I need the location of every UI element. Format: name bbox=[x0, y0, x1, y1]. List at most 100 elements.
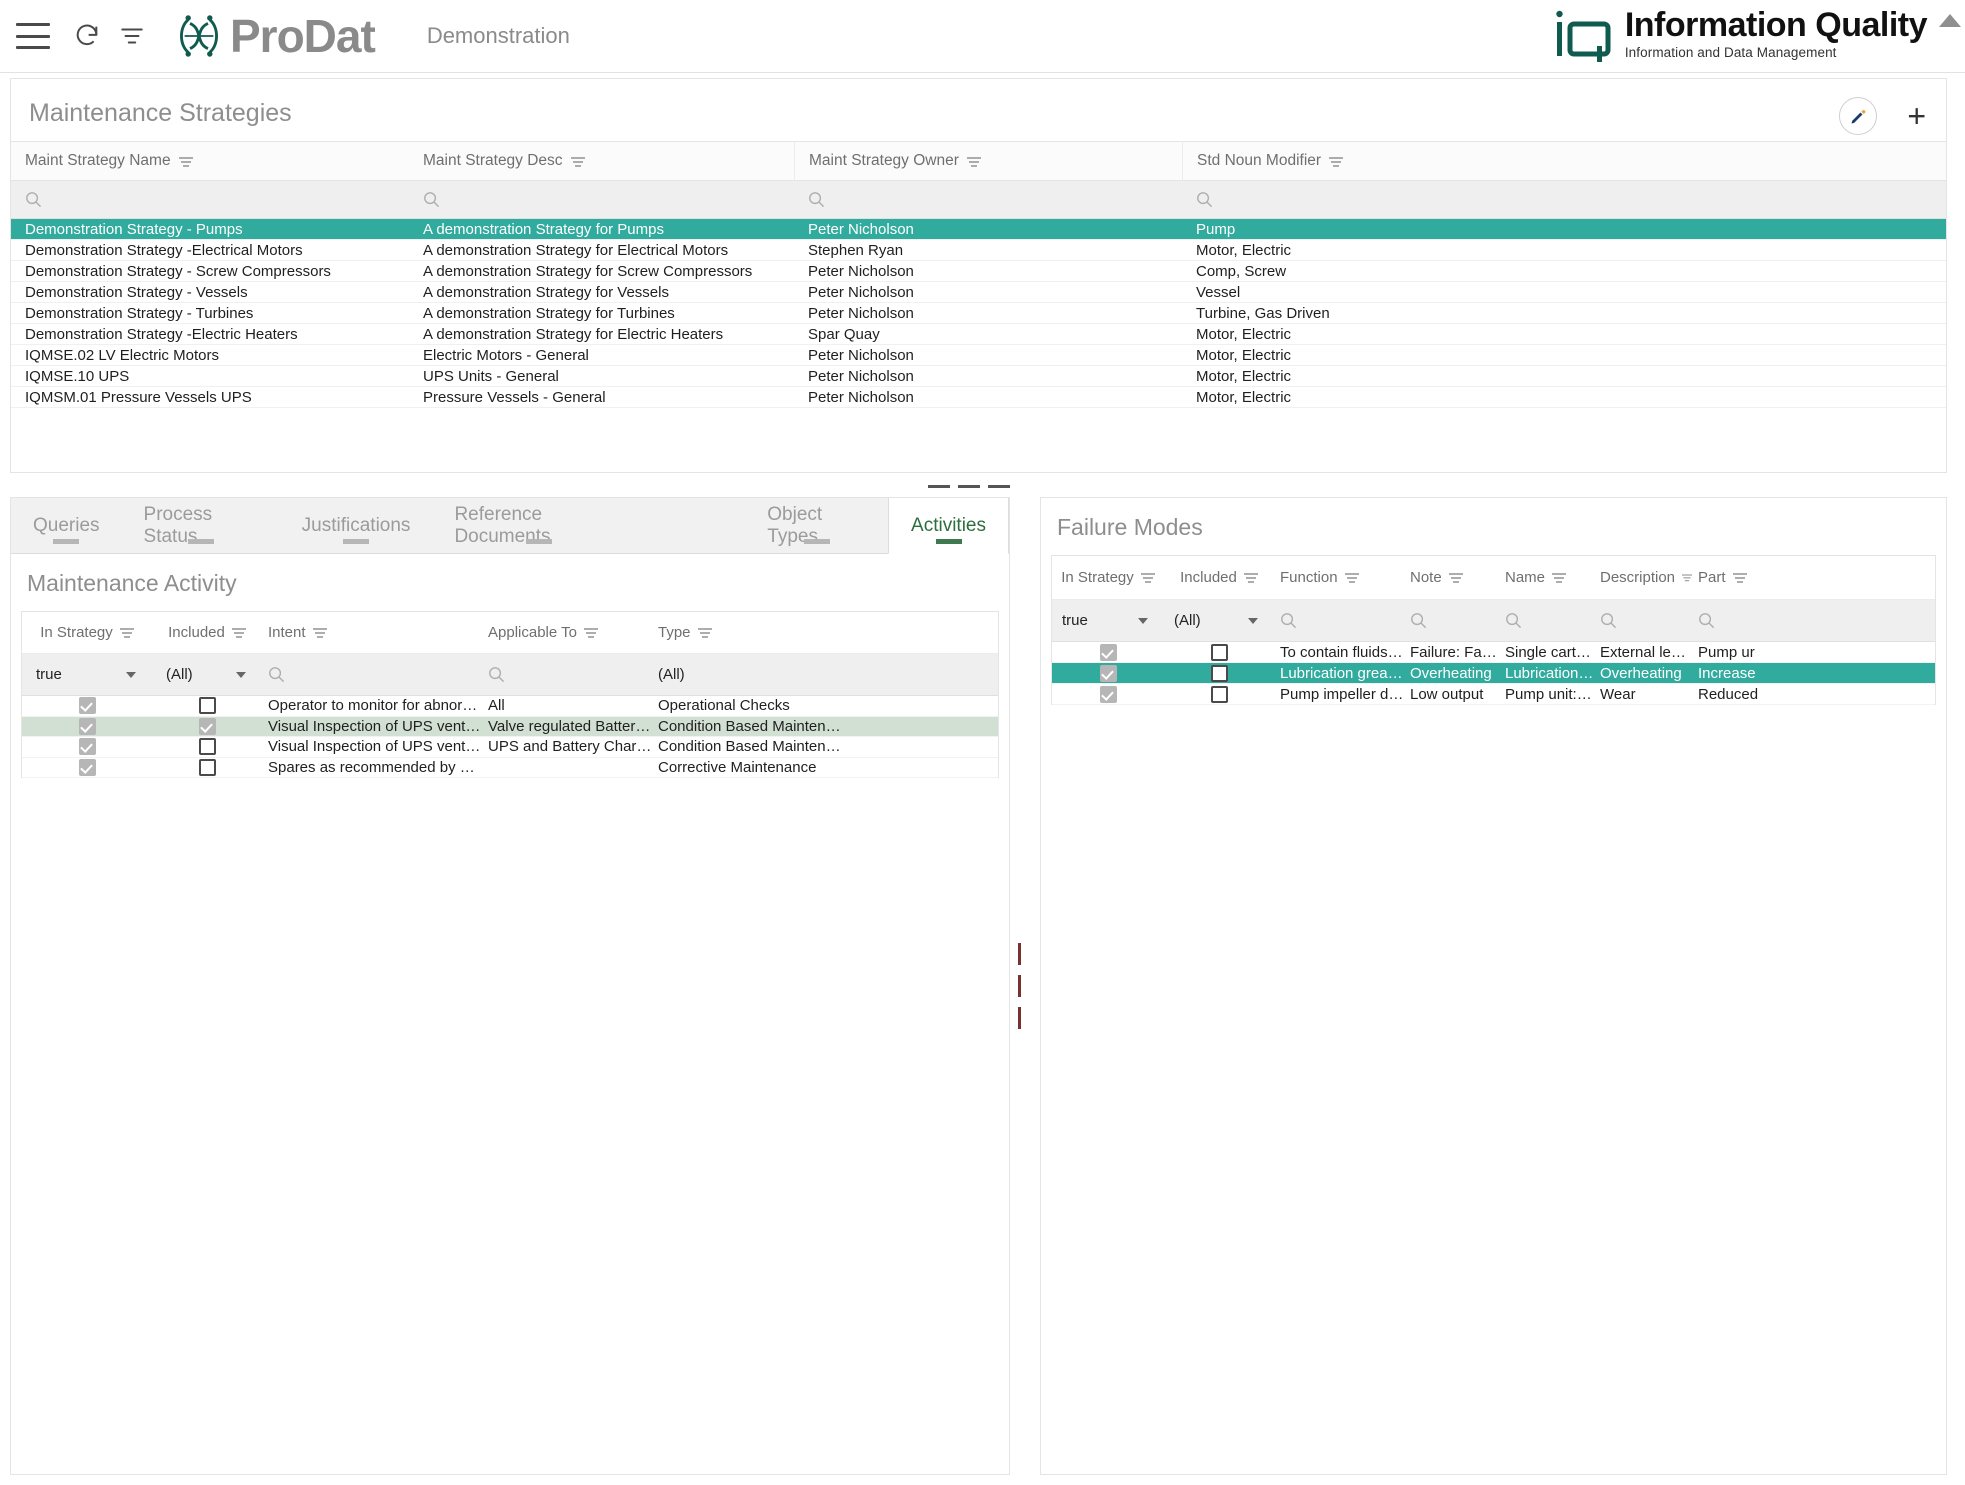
table-row[interactable]: Spares as recommended by OEM … Corrective… bbox=[22, 758, 998, 778]
table-row[interactable]: IQMSE.02 LV Electric Motors Electric Moto… bbox=[11, 345, 1946, 366]
checkbox-checked[interactable] bbox=[78, 758, 96, 776]
tab-process-status[interactable]: Process Status bbox=[121, 498, 280, 553]
search-icon[interactable] bbox=[25, 191, 42, 208]
column-header-function[interactable]: Function bbox=[1274, 556, 1404, 600]
table-row[interactable]: IQMSE.10 UPS UPS Units - General Peter Nic… bbox=[11, 366, 1946, 387]
column-header-included[interactable]: Included bbox=[1164, 556, 1274, 600]
table-row[interactable]: Pump impeller da… Low output Pump unit: I…… bbox=[1052, 684, 1935, 705]
search-icon[interactable] bbox=[1196, 191, 1213, 208]
column-filter-icon[interactable] bbox=[1732, 572, 1747, 583]
tab-activities[interactable]: Activities bbox=[888, 498, 1009, 554]
column-filter-icon[interactable] bbox=[966, 156, 981, 167]
column-header-included[interactable]: Included bbox=[152, 612, 262, 654]
table-row[interactable]: Visual Inspection of UPS ventilation UPS … bbox=[22, 737, 998, 758]
column-header-in-strategy[interactable]: In Strategy bbox=[1052, 556, 1164, 600]
checkbox-checked[interactable] bbox=[78, 697, 96, 715]
cell-in-strategy[interactable] bbox=[1052, 643, 1164, 661]
chevron-down-icon[interactable] bbox=[236, 671, 246, 678]
horizontal-splitter-handle[interactable] bbox=[0, 478, 1937, 494]
column-filter-icon[interactable] bbox=[583, 627, 598, 638]
cell-included[interactable] bbox=[1164, 664, 1274, 682]
refresh-icon[interactable] bbox=[72, 21, 102, 51]
filter-applicable-to-search[interactable] bbox=[482, 654, 652, 696]
column-header-std-noun-modifier[interactable]: Std Noun Modifier bbox=[1182, 141, 1942, 181]
column-filter-icon[interactable] bbox=[231, 627, 246, 638]
search-icon[interactable] bbox=[488, 666, 505, 683]
filter-note-search[interactable] bbox=[1404, 600, 1499, 642]
filter-type-select[interactable]: (All) bbox=[652, 654, 842, 696]
column-filter-icon[interactable] bbox=[1552, 572, 1567, 583]
cell-in-strategy[interactable] bbox=[22, 697, 152, 715]
column-header-in-strategy[interactable]: In Strategy bbox=[22, 612, 152, 654]
cell-included[interactable] bbox=[152, 738, 262, 756]
filter-in-strategy-select[interactable]: true bbox=[1052, 600, 1164, 642]
search-icon[interactable] bbox=[423, 191, 440, 208]
search-icon[interactable] bbox=[1505, 612, 1522, 629]
column-filter-icon[interactable] bbox=[1344, 572, 1359, 583]
search-icon[interactable] bbox=[808, 191, 825, 208]
cell-included[interactable] bbox=[152, 697, 262, 715]
filter-part-search[interactable] bbox=[1692, 600, 1777, 642]
column-header-maint-strategy-owner[interactable]: Maint Strategy Owner bbox=[794, 141, 1182, 181]
table-row[interactable]: Lubrication grease … Overheating Lubricati… bbox=[1052, 663, 1935, 684]
vertical-splitter-handle[interactable] bbox=[1012, 497, 1026, 1475]
table-row[interactable]: Demonstration Strategy -Electrical Motor… bbox=[11, 240, 1946, 261]
search-icon[interactable] bbox=[1280, 612, 1297, 629]
edit-button[interactable] bbox=[1839, 97, 1878, 135]
tab-justifications[interactable]: Justifications bbox=[279, 498, 433, 553]
checkbox-unchecked[interactable] bbox=[198, 758, 216, 776]
tab-reference-documents[interactable]: Reference Documents bbox=[432, 498, 646, 553]
column-header-applicable-to[interactable]: Applicable To bbox=[482, 612, 652, 654]
filter-cell-name[interactable] bbox=[11, 181, 409, 219]
table-row[interactable]: To contain fluids d… Failure: Fail… Single… bbox=[1052, 642, 1935, 663]
checkbox-checked[interactable] bbox=[198, 717, 216, 735]
add-button[interactable]: + bbox=[1907, 100, 1926, 132]
column-header-note[interactable]: Note bbox=[1404, 556, 1499, 600]
column-header-maint-strategy-desc[interactable]: Maint Strategy Desc bbox=[409, 141, 794, 181]
column-filter-icon[interactable] bbox=[570, 156, 585, 167]
cell-included[interactable] bbox=[152, 758, 262, 776]
scroll-up-arrow-icon[interactable] bbox=[1939, 14, 1961, 27]
column-filter-icon[interactable] bbox=[119, 627, 134, 638]
chevron-down-icon[interactable] bbox=[126, 671, 136, 678]
hamburger-menu-icon[interactable] bbox=[16, 23, 50, 49]
chevron-down-icon[interactable] bbox=[1248, 617, 1258, 624]
checkbox-checked[interactable] bbox=[1099, 664, 1117, 682]
column-filter-icon[interactable] bbox=[1329, 156, 1344, 167]
tab-object-types[interactable]: Object Types bbox=[745, 498, 889, 553]
filter-function-search[interactable] bbox=[1274, 600, 1404, 642]
table-row[interactable]: Demonstration Strategy -Electric Heaters… bbox=[11, 324, 1946, 345]
filter-description-search[interactable] bbox=[1594, 600, 1692, 642]
column-filter-icon[interactable] bbox=[312, 627, 327, 638]
cell-in-strategy[interactable] bbox=[1052, 664, 1164, 682]
chevron-down-icon[interactable] bbox=[1138, 617, 1148, 624]
checkbox-checked[interactable] bbox=[78, 717, 96, 735]
column-header-name[interactable]: Name bbox=[1499, 556, 1594, 600]
search-icon[interactable] bbox=[1410, 612, 1427, 629]
column-filter-icon[interactable] bbox=[1140, 572, 1155, 583]
table-row[interactable]: IQMSM.01 Pressure Vessels UPS Pressure Ve… bbox=[11, 387, 1946, 408]
checkbox-unchecked[interactable] bbox=[198, 697, 216, 715]
checkbox-unchecked[interactable] bbox=[198, 738, 216, 756]
table-row[interactable]: Operator to monitor for abnormal … All Ope… bbox=[22, 696, 998, 717]
search-icon[interactable] bbox=[268, 666, 285, 683]
checkbox-unchecked[interactable] bbox=[1210, 664, 1228, 682]
search-icon[interactable] bbox=[1698, 612, 1715, 629]
cell-in-strategy[interactable] bbox=[22, 717, 152, 735]
column-header-part[interactable]: Part bbox=[1692, 556, 1777, 600]
filter-intent-search[interactable] bbox=[262, 654, 482, 696]
filter-cell-desc[interactable] bbox=[409, 181, 794, 219]
column-header-intent[interactable]: Intent bbox=[262, 612, 482, 654]
table-row[interactable]: Visual Inspection of UPS ventilation Valv… bbox=[22, 716, 998, 737]
cell-included[interactable] bbox=[1164, 643, 1274, 661]
filter-cell-owner[interactable] bbox=[794, 181, 1182, 219]
table-row[interactable]: Demonstration Strategy - Vessels A demons… bbox=[11, 282, 1946, 303]
checkbox-unchecked[interactable] bbox=[1210, 643, 1228, 661]
column-filter-icon[interactable] bbox=[178, 156, 193, 167]
table-row[interactable]: Demonstration Strategy - Pumps A demonstr… bbox=[11, 219, 1946, 240]
filter-in-strategy-select[interactable]: true bbox=[22, 654, 152, 696]
table-row[interactable]: Demonstration Strategy - Turbines A demon… bbox=[11, 303, 1946, 324]
column-filter-icon[interactable] bbox=[1243, 572, 1258, 583]
column-filter-icon[interactable] bbox=[697, 627, 712, 638]
checkbox-unchecked[interactable] bbox=[1210, 685, 1228, 703]
